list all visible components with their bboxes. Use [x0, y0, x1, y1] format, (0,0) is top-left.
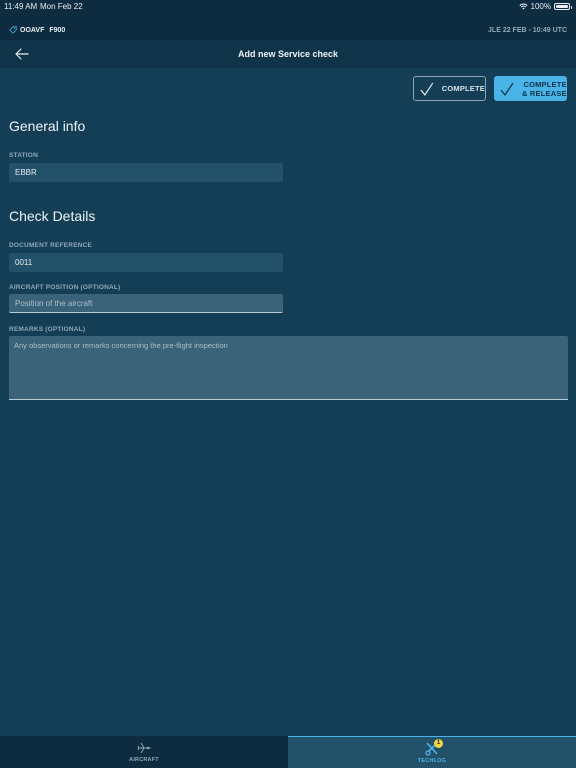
page-title: Add new Service check: [237, 49, 339, 59]
tab-aircraft-label: AIRCRAFT: [129, 757, 159, 763]
document-reference-field[interactable]: 0011: [9, 253, 283, 272]
status-indicators: 100%: [518, 2, 572, 11]
tag-icon: [9, 26, 17, 34]
station-label: STATION: [9, 152, 38, 159]
aircraft-bar: OOAVF F900 JLE 22 FEB - 10:49 UTC: [0, 20, 576, 40]
remarks-textarea[interactable]: Any observations or remarks concerning t…: [9, 336, 568, 400]
checkmark-icon: [420, 82, 434, 96]
utc-info: JLE 22 FEB - 10:49 UTC: [488, 27, 567, 34]
check-details-heading: Check Details: [9, 208, 96, 224]
document-reference-label: DOCUMENT REFERENCE: [9, 242, 93, 249]
status-time: 11:49 AM: [4, 2, 38, 11]
aircraft-type: F900: [49, 26, 66, 34]
release-label-line1: COMPLETE: [523, 79, 567, 89]
tab-techlog[interactable]: 1 TECHLOG: [288, 736, 576, 768]
general-info-heading: General info: [9, 118, 86, 134]
tab-bar: AIRCRAFT 1 TECHLOG: [0, 736, 576, 768]
remarks-label: REMARKS (OPTIONAL): [9, 326, 86, 333]
aircraft-registration: OOAVF: [20, 26, 45, 34]
complete-button[interactable]: COMPLETE: [413, 76, 486, 101]
tools-icon: 1: [424, 739, 443, 756]
complete-release-button[interactable]: COMPLETE & RELEASE: [494, 76, 567, 101]
status-date: Mon Feb 22: [40, 2, 83, 11]
tab-techlog-label: TECHLOG: [417, 758, 447, 764]
tab-aircraft[interactable]: AIRCRAFT: [0, 736, 288, 768]
notification-badge: 1: [434, 739, 443, 748]
aircraft-position-input[interactable]: Position of the aircraft: [9, 294, 283, 313]
status-bar: 11:49 AM Mon Feb 22 100%: [0, 0, 576, 20]
checkmark-icon: [500, 82, 514, 96]
nav-bar: Add new Service check: [0, 40, 576, 68]
station-field[interactable]: EBBR: [9, 163, 283, 182]
complete-label: COMPLETE: [441, 84, 485, 93]
aircraft-position-label: AIRCRAFT POSITION (OPTIONAL): [9, 284, 121, 291]
aircraft-selector[interactable]: OOAVF F900: [9, 26, 65, 34]
battery-percent: 100%: [530, 2, 551, 11]
battery-icon: [554, 3, 572, 10]
airplane-icon: [137, 742, 152, 754]
complete-release-label: COMPLETE & RELEASE: [522, 80, 567, 98]
release-label-line2: & RELEASE: [522, 88, 567, 98]
wifi-icon: [518, 3, 528, 10]
